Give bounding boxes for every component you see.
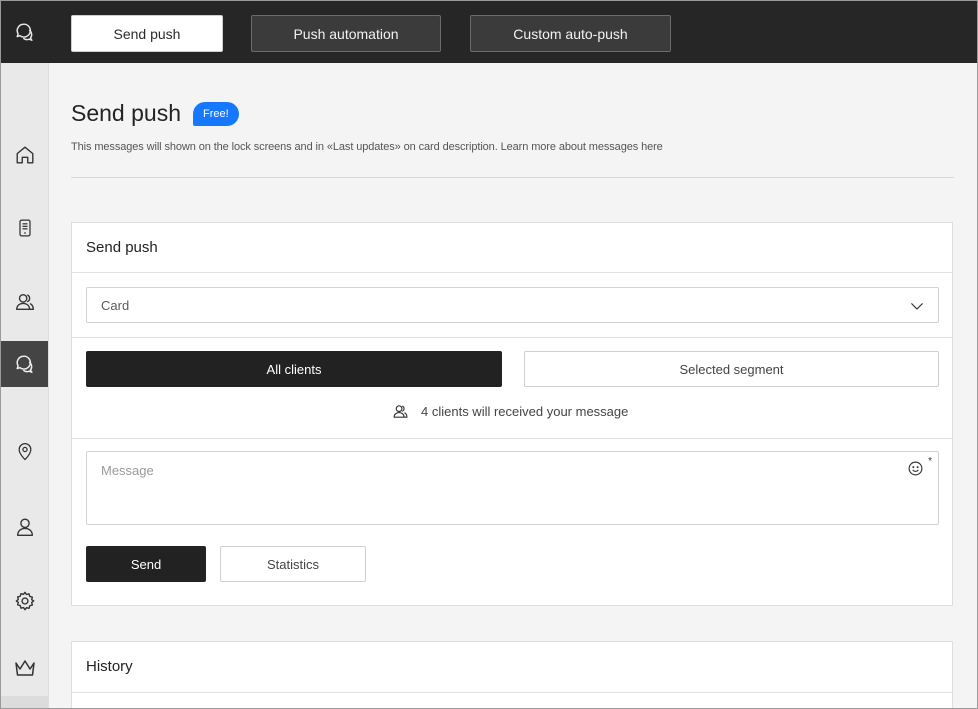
free-badge: Free! (193, 102, 239, 126)
main-content: Send push Free! This messages will shown… (49, 63, 977, 708)
clients-icon (15, 293, 34, 311)
card-device-icon (18, 219, 31, 237)
sidebar-item-premium[interactable] (1, 645, 48, 691)
message-input[interactable] (87, 452, 938, 524)
selected-segment-button[interactable]: Selected segment (524, 351, 939, 387)
app-window: Send push Push automation Custom auto-pu… (0, 0, 978, 709)
recipients-text: 4 clients will received your message (421, 404, 629, 419)
message-field[interactable]: * (86, 451, 939, 525)
page-title: Send push (71, 100, 181, 126)
chat-bubbles-icon (15, 23, 33, 41)
sidebar-item-home[interactable] (1, 132, 48, 178)
sidebar-item-locations[interactable] (1, 429, 48, 475)
gear-icon (15, 591, 34, 611)
sidebar-item-settings[interactable] (1, 578, 48, 624)
statistics-button[interactable]: Statistics (220, 546, 366, 582)
sidebar (1, 63, 49, 708)
card-select[interactable]: Card (86, 287, 939, 323)
sidebar-item-clients[interactable] (1, 279, 48, 325)
divider (72, 272, 952, 273)
chevron-down-icon (911, 303, 923, 310)
top-bar: Send push Push automation Custom auto-pu… (1, 1, 977, 63)
crown-icon (14, 660, 35, 676)
chat-bubbles-icon (15, 355, 33, 373)
sidebar-item-cards[interactable] (1, 205, 48, 251)
page-description: This messages will shown on the lock scr… (71, 141, 663, 153)
user-icon (16, 518, 33, 536)
tab-push-automation[interactable]: Push automation (251, 15, 441, 52)
sidebar-item-profile[interactable] (1, 504, 48, 550)
send-push-card: Send push Card All clients Selected segm… (71, 222, 953, 606)
smiley-icon[interactable] (907, 460, 924, 477)
card-title: Send push (86, 239, 158, 256)
location-pin-icon (18, 443, 31, 461)
app-logo[interactable] (1, 1, 48, 63)
divider (72, 438, 952, 439)
card-select-value: Card (101, 297, 130, 313)
history-title: History (86, 658, 133, 675)
divider (72, 692, 952, 693)
home-icon (16, 146, 33, 164)
clients-icon (393, 405, 408, 418)
tab-send-push[interactable]: Send push (71, 15, 223, 52)
required-mark: * (928, 456, 932, 467)
send-button[interactable]: Send (86, 546, 206, 582)
all-clients-button[interactable]: All clients (86, 351, 502, 387)
tab-custom-auto-push[interactable]: Custom auto-push (470, 15, 671, 52)
sidebar-footer (1, 696, 48, 708)
recipients-info: 4 clients will received your message (392, 403, 628, 420)
divider (72, 337, 952, 338)
history-card: History (71, 641, 953, 708)
sidebar-item-push[interactable] (1, 341, 48, 387)
divider (71, 177, 954, 178)
